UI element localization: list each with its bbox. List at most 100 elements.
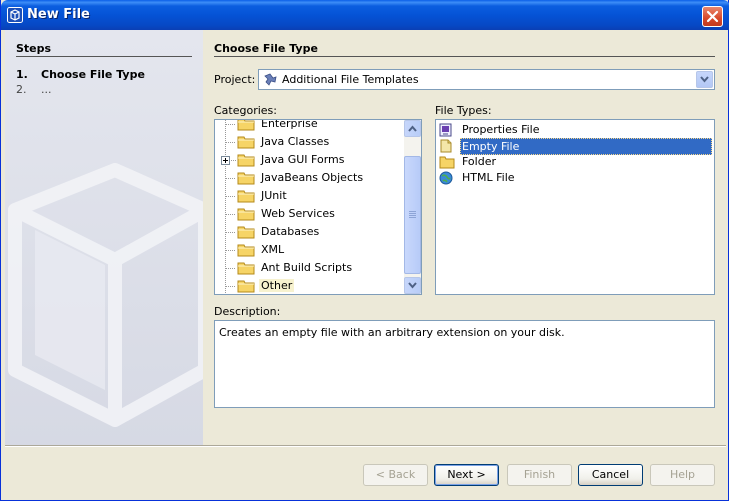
tree-connector — [226, 196, 236, 197]
step-1: 1. Choose File Type — [16, 68, 145, 81]
tree-connector — [226, 232, 236, 233]
file-types-label: File Types: — [435, 104, 492, 117]
categories-label: Categories: — [214, 104, 277, 117]
tree-item-junit[interactable]: JUnit — [215, 187, 405, 205]
file-type-label: Folder — [462, 155, 496, 168]
step-number: 1. — [16, 68, 28, 81]
folder-icon — [237, 262, 255, 275]
close-icon — [706, 10, 719, 23]
finish-button[interactable]: Finish — [507, 464, 572, 486]
scroll-down-button[interactable] — [404, 277, 421, 294]
file-type-empty[interactable]: Empty File — [436, 138, 714, 155]
cancel-button[interactable]: Cancel — [578, 464, 643, 486]
tree-item-label: JavaBeans Objects — [261, 171, 364, 184]
step-label: Choose File Type — [41, 68, 145, 81]
tree-connector — [226, 178, 236, 179]
help-button[interactable]: Help — [650, 464, 715, 486]
tree-item-label: Java Classes — [261, 135, 330, 148]
folder-icon — [237, 280, 255, 293]
tree-item-label: Java GUI Forms — [261, 153, 345, 166]
tree-connector — [226, 142, 236, 143]
file-type-label: HTML File — [462, 171, 515, 184]
back-button[interactable]: < Back — [363, 464, 428, 486]
tree-connector — [226, 124, 236, 125]
folder-icon — [237, 244, 255, 257]
folder-icon — [237, 136, 255, 149]
thumb-grip — [409, 217, 416, 218]
folder-icon — [237, 208, 255, 221]
button-bar-divider — [5, 445, 726, 447]
file-type-html[interactable]: HTML File — [436, 170, 714, 186]
tree-item-xml[interactable]: XML — [215, 241, 405, 259]
tree-connector — [231, 160, 236, 161]
tree-item-label: XML — [261, 243, 285, 256]
project-dropdown-button[interactable] — [696, 71, 713, 88]
step-2: 2.... — [16, 83, 52, 96]
tree-item-web-services[interactable]: Web Services — [215, 205, 405, 223]
categories-scrollbar[interactable] — [404, 120, 421, 294]
folder-icon — [237, 172, 255, 185]
empty-file-icon — [440, 139, 452, 153]
tree-item-label: Enterprise — [261, 119, 318, 130]
tree-item-databases[interactable]: Databases — [215, 223, 405, 241]
tree-item-java-classes[interactable]: Java Classes — [215, 133, 405, 151]
file-type-properties[interactable]: Properties File — [436, 122, 714, 138]
html-file-icon — [439, 171, 453, 185]
description-text: Creates an empty file with an arbitrary … — [219, 326, 565, 339]
folder-icon — [439, 156, 455, 169]
app-icon — [7, 7, 23, 23]
tree-connector — [226, 250, 236, 251]
file-types-list[interactable]: Properties File Empty File Folder HTML F… — [435, 119, 715, 295]
close-button[interactable] — [702, 6, 723, 27]
scroll-thumb[interactable] — [404, 156, 421, 274]
window-title: New File — [27, 7, 90, 22]
tree-item-enterprise[interactable]: Enterprise — [215, 119, 405, 133]
page-title: Choose File Type — [214, 42, 318, 55]
step-label: ... — [41, 83, 52, 96]
folder-icon — [237, 226, 255, 239]
folder-icon — [237, 120, 255, 131]
thumb-grip — [409, 213, 416, 214]
folder-icon — [237, 154, 255, 167]
step-number: 2. — [16, 83, 27, 96]
properties-file-icon — [439, 123, 452, 137]
tree-connector — [226, 268, 236, 269]
new-file-dialog: New File Steps 1. Choose File Type 2.... … — [0, 0, 729, 501]
description-label: Description: — [214, 305, 281, 318]
file-type-label: Properties File — [462, 123, 540, 136]
expand-icon[interactable] — [221, 156, 230, 165]
thumb-grip — [409, 211, 416, 212]
scroll-up-button[interactable] — [404, 120, 421, 137]
tree-item-other[interactable]: Other — [215, 277, 405, 294]
steps-title: Steps — [16, 42, 52, 55]
tree-item-javabeans-objects[interactable]: JavaBeans Objects — [215, 169, 405, 187]
tree-item-label: JUnit — [261, 189, 287, 202]
chevron-up-icon — [408, 125, 417, 132]
tree-connector — [226, 286, 236, 287]
categories-tree[interactable]: Enterprise Java Classes Java GUI Forms J… — [214, 119, 422, 295]
steps-divider — [16, 56, 192, 57]
tree-item-label: Web Services — [261, 207, 335, 220]
project-icon — [264, 73, 277, 86]
thumb-grip — [409, 215, 416, 216]
project-select[interactable]: Additional File Templates — [258, 69, 715, 90]
description-box: Creates an empty file with an arbitrary … — [214, 320, 715, 408]
tree-item-label: Databases — [261, 225, 320, 238]
chevron-down-icon — [700, 76, 709, 83]
project-value: Additional File Templates — [282, 73, 419, 86]
title-bar[interactable]: New File — [1, 0, 729, 30]
tree-connector — [226, 214, 236, 215]
project-label: Project: — [214, 73, 256, 86]
folder-icon — [237, 190, 255, 203]
title-divider — [214, 56, 715, 57]
cube-watermark-icon — [8, 163, 203, 427]
tree-item-label: Ant Build Scripts — [261, 261, 353, 274]
chevron-down-icon — [408, 282, 417, 289]
file-type-label: Empty File — [460, 138, 712, 155]
tree-item-java-gui-forms[interactable]: Java GUI Forms — [215, 151, 405, 169]
tree-item-ant-build-scripts[interactable]: Ant Build Scripts — [215, 259, 405, 277]
next-button[interactable]: Next > — [434, 464, 499, 486]
steps-panel: Steps 1. Choose File Type 2.... — [5, 30, 203, 445]
tree-item-label: Other — [259, 279, 295, 292]
file-type-folder[interactable]: Folder — [436, 154, 714, 170]
